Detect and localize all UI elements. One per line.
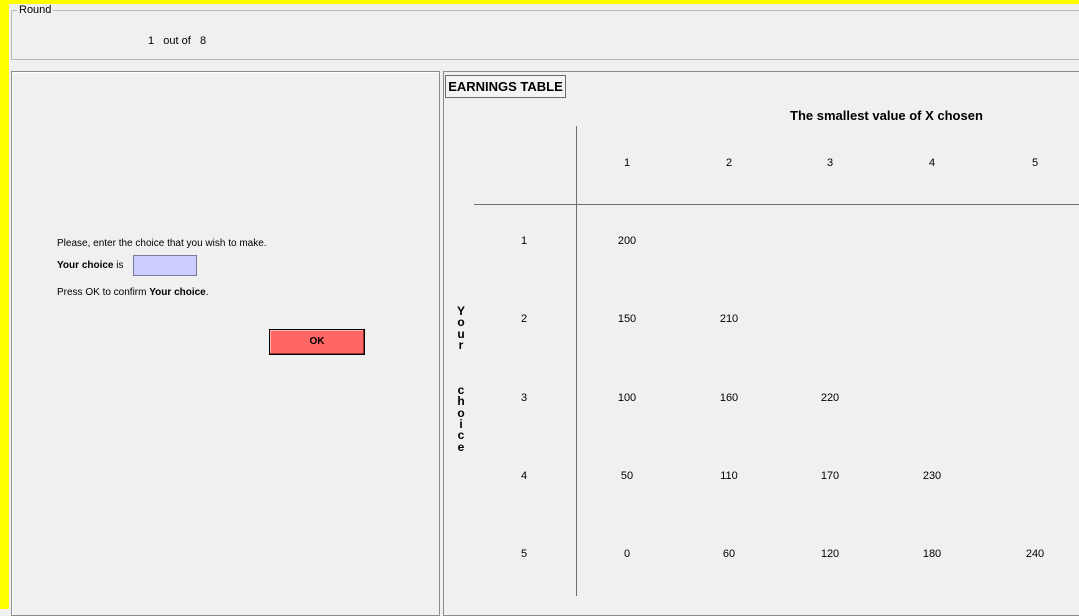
earnings-cell: 160 [719,392,739,404]
column-header: 4 [928,157,936,169]
table-vertical-divider [576,126,577,596]
choice-label: Your choice is [57,260,124,271]
earnings-cell: 150 [617,313,637,325]
row-header: 3 [520,392,528,404]
table-horizontal-divider [474,204,1079,205]
earnings-cell: 220 [820,392,840,404]
column-header: 5 [1031,157,1039,169]
earnings-cell: 100 [617,392,637,404]
earnings-cell: 110 [720,470,738,482]
confirm-instruction: Press OK to confirm Your choice. [57,287,209,298]
row-header: 2 [520,313,528,325]
round-counter: 1 out of 8 [148,35,207,47]
choice-prompt: Please, enter the choice that you wish t… [57,238,267,249]
confirm-bold: Your choice [149,287,206,298]
column-header: 3 [826,157,834,169]
earnings-table-title: The smallest value of X chosen [790,108,983,123]
choice-label-rest: is [113,260,124,271]
ok-button[interactable]: OK [269,329,365,355]
choice-panel: Please, enter the choice that you wish t… [11,71,440,616]
choice-input[interactable] [133,255,197,276]
earnings-cell: 240 [1025,548,1045,560]
earnings-cell: 170 [820,470,840,482]
earnings-cell: 0 [623,548,631,560]
earnings-panel [443,71,1079,616]
round-legend: Round [17,4,54,16]
confirm-suffix: . [205,287,209,298]
row-header: 1 [520,235,528,247]
column-header: 1 [623,157,631,169]
confirm-prefix: Press OK to confirm [57,287,150,298]
earnings-cell: 200 [617,235,637,247]
column-header: 2 [725,157,733,169]
choice-label-bold: Your choice [57,260,114,271]
earnings-cell: 180 [922,548,942,560]
earnings-cell: 50 [620,470,634,482]
earnings-cell: 230 [922,470,942,482]
earnings-cell: 60 [722,548,736,560]
row-header: 4 [520,470,528,482]
your-choice-vertical-label: Yourchoice [456,304,465,454]
earnings-cell: 210 [719,313,739,325]
row-header: 5 [520,548,528,560]
earnings-table-tab[interactable]: EARNINGS TABLE [445,75,566,98]
earnings-cell: 120 [820,548,840,560]
